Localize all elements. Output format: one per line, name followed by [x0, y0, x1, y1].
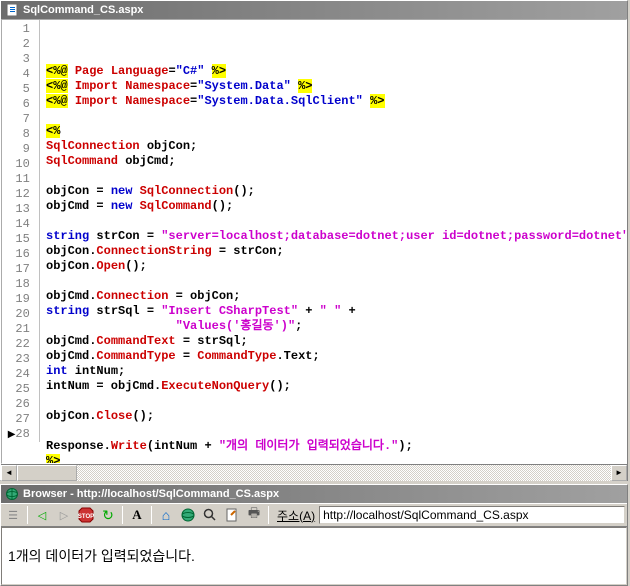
code-line[interactable]: SqlConnection objCon;: [46, 139, 626, 154]
browser-icon: [5, 487, 19, 501]
forward-button[interactable]: ▷: [54, 505, 74, 525]
code-line[interactable]: int intNum;: [46, 364, 626, 379]
code-line[interactable]: [46, 169, 626, 184]
line-number: 22: [2, 337, 37, 352]
code-line[interactable]: [46, 214, 626, 229]
code-editor[interactable]: 1 2 3 4 5 6 7 8 9 10 11 12 13 14 15 16 1…: [1, 19, 627, 464]
stop-button[interactable]: STOP: [76, 505, 96, 525]
editor-title: SqlCommand_CS.aspx: [23, 4, 143, 16]
line-number: 24: [2, 367, 37, 382]
code-line[interactable]: [46, 109, 626, 124]
line-number: ▶28: [2, 427, 37, 442]
code-line[interactable]: objCon.Close();: [46, 409, 626, 424]
menu-icon[interactable]: ☰: [3, 505, 23, 525]
code-line[interactable]: %>: [46, 454, 626, 464]
code-line[interactable]: objCmd.CommandType = CommandType.Text;: [46, 349, 626, 364]
line-number: 13: [2, 202, 37, 217]
line-number: 15: [2, 232, 37, 247]
edit-button[interactable]: [222, 505, 242, 525]
line-number: 27: [2, 412, 37, 427]
line-number: 2: [2, 37, 37, 52]
line-number: 7: [2, 112, 37, 127]
line-number: 14: [2, 217, 37, 232]
address-input[interactable]: [319, 506, 625, 524]
code-line[interactable]: objCon = new SqlConnection();: [46, 184, 626, 199]
scroll-track[interactable]: [77, 465, 611, 481]
code-line[interactable]: "Values('홍길동')";: [46, 319, 626, 334]
refresh-button[interactable]: ↻: [98, 505, 118, 525]
back-button[interactable]: ◁: [32, 505, 52, 525]
browser-content: 1개의 데이터가 입력되었습니다.: [1, 527, 627, 585]
code-line[interactable]: [46, 274, 626, 289]
code-line[interactable]: objCon.ConnectionString = strCon;: [46, 244, 626, 259]
line-number: 5: [2, 82, 37, 97]
code-line[interactable]: intNum = objCmd.ExecuteNonQuery();: [46, 379, 626, 394]
line-number: 26: [2, 397, 37, 412]
code-line[interactable]: <%@ Page Language="C#" %>: [46, 64, 626, 79]
code-line[interactable]: objCmd = new SqlCommand();: [46, 199, 626, 214]
scroll-left-button[interactable]: ◄: [1, 465, 17, 481]
browser-titlebar: Browser - http://localhost/SqlCommand_CS…: [1, 485, 627, 503]
line-number: 16: [2, 247, 37, 262]
code-line[interactable]: string strSql = "Insert CSharpTest" + " …: [46, 304, 626, 319]
address-label: 주소(A): [277, 507, 315, 524]
horizontal-scrollbar[interactable]: ◄ ►: [1, 464, 627, 480]
home-button[interactable]: ⌂: [156, 505, 176, 525]
file-icon: [5, 3, 19, 17]
line-number: 6: [2, 97, 37, 112]
font-button[interactable]: A: [127, 505, 147, 525]
code-area[interactable]: <%@ Page Language="C#" %><%@ Import Name…: [44, 62, 626, 464]
line-number: 17: [2, 262, 37, 277]
browser-title: Browser - http://localhost/SqlCommand_CS…: [23, 488, 279, 500]
code-line[interactable]: [46, 394, 626, 409]
print-button[interactable]: 🖶: [244, 505, 264, 525]
line-number: 10: [2, 157, 37, 172]
browser-toolbar: ☰ ◁ ▷ STOP ↻ A ⌂ 🖶 주소(A): [1, 503, 627, 527]
globe-button[interactable]: [178, 505, 198, 525]
line-number: 12: [2, 187, 37, 202]
code-line[interactable]: <%: [46, 124, 626, 139]
code-line[interactable]: Response.Write(intNum + "개의 데이터가 입력되었습니다…: [46, 439, 626, 454]
line-number: 8: [2, 127, 37, 142]
scroll-right-button[interactable]: ►: [611, 465, 627, 481]
line-number: 1: [2, 22, 37, 37]
code-line[interactable]: string strCon = "server=localhost;databa…: [46, 229, 626, 244]
code-line[interactable]: <%@ Import Namespace="System.Data" %>: [46, 79, 626, 94]
code-line[interactable]: [46, 424, 626, 439]
code-line[interactable]: SqlCommand objCmd;: [46, 154, 626, 169]
scroll-thumb[interactable]: [17, 465, 77, 481]
code-line[interactable]: objCmd.CommandText = strSql;: [46, 334, 626, 349]
line-number: 11: [2, 172, 37, 187]
line-gutter: 1 2 3 4 5 6 7 8 9 10 11 12 13 14 15 16 1…: [2, 20, 40, 442]
line-number: 4: [2, 67, 37, 82]
code-line[interactable]: <%@ Import Namespace="System.Data.SqlCli…: [46, 94, 626, 109]
svg-text:STOP: STOP: [78, 514, 94, 520]
code-line[interactable]: objCmd.Connection = objCon;: [46, 289, 626, 304]
line-number: 21: [2, 322, 37, 337]
browser-window: Browser - http://localhost/SqlCommand_CS…: [0, 484, 628, 586]
line-number: 25: [2, 382, 37, 397]
search-button[interactable]: [200, 505, 220, 525]
code-line[interactable]: objCon.Open();: [46, 259, 626, 274]
editor-titlebar: SqlCommand_CS.aspx: [1, 1, 627, 19]
line-number: 9: [2, 142, 37, 157]
line-number: 18: [2, 277, 37, 292]
editor-window: SqlCommand_CS.aspx 1 2 3 4 5 6 7 8 9 10 …: [0, 0, 628, 481]
line-number: 23: [2, 352, 37, 367]
line-number: 20: [2, 307, 37, 322]
line-number: 3: [2, 52, 37, 67]
output-text: 1개의 데이터가 입력되었습니다.: [8, 548, 195, 564]
line-number: 19: [2, 292, 37, 307]
